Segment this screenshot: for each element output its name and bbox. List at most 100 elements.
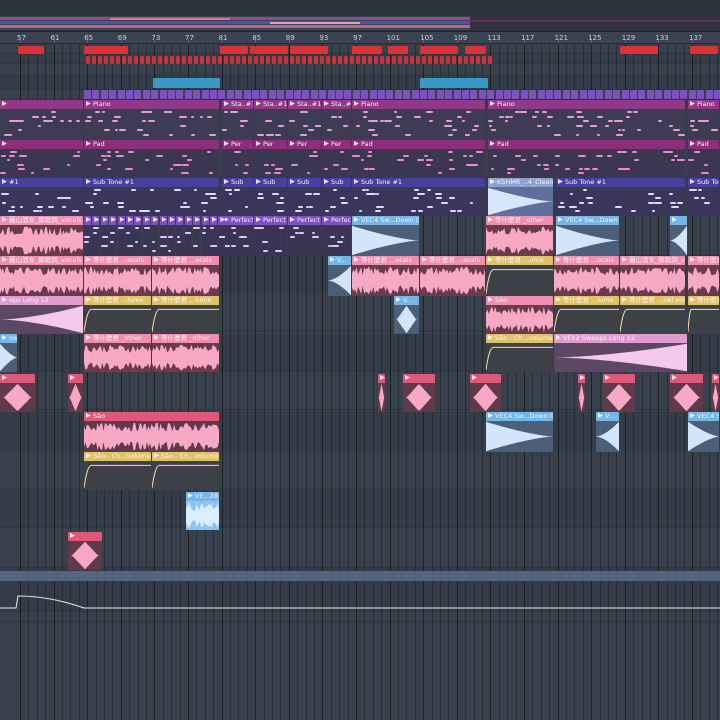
clip-menu-icon[interactable] xyxy=(86,179,91,184)
fx-clip[interactable] xyxy=(403,374,435,412)
automation-clip[interactable]: São - Ch...volume xyxy=(152,452,219,490)
pad-clip[interactable]: Per xyxy=(222,140,253,178)
clip-menu-icon[interactable] xyxy=(70,375,75,380)
clip-header[interactable]: 等什麼君 ...lume xyxy=(554,296,619,305)
sub-clip[interactable]: KSHMR_..4_Clean xyxy=(488,178,553,216)
pattern-block[interactable] xyxy=(398,56,402,64)
pattern-block[interactable] xyxy=(170,56,174,64)
pattern-block[interactable] xyxy=(680,90,688,99)
clip-menu-icon[interactable] xyxy=(136,217,142,222)
pattern-block[interactable] xyxy=(388,46,408,54)
fx-clip[interactable] xyxy=(712,374,719,412)
clip-menu-icon[interactable] xyxy=(330,257,335,262)
clip-header[interactable] xyxy=(176,216,184,225)
clip-menu-icon[interactable] xyxy=(2,335,7,340)
pattern-block[interactable] xyxy=(356,56,360,64)
audio-clip[interactable]: 等什麼君 xyxy=(688,296,719,334)
pattern-block[interactable] xyxy=(546,90,553,99)
pattern-block[interactable] xyxy=(487,90,495,99)
clip-header[interactable]: Per xyxy=(288,140,321,149)
pattern-block[interactable] xyxy=(336,90,343,99)
clip-header[interactable] xyxy=(218,216,226,225)
pattern-block[interactable] xyxy=(655,90,663,99)
pattern-block[interactable] xyxy=(604,90,612,99)
clip-header[interactable]: Sub Tone #1 xyxy=(84,178,219,187)
clip-menu-icon[interactable] xyxy=(556,297,561,302)
clip-menu-icon[interactable] xyxy=(490,179,495,184)
clip-header[interactable] xyxy=(159,216,167,225)
pattern-block[interactable] xyxy=(344,90,352,99)
clip-menu-icon[interactable] xyxy=(558,179,563,184)
clip-menu-icon[interactable] xyxy=(70,533,75,538)
piano-clip[interactable] xyxy=(0,100,83,140)
sub-clip[interactable]: Sub xyxy=(254,178,287,216)
pattern-block[interactable] xyxy=(159,90,167,99)
pattern-block[interactable] xyxy=(504,90,511,99)
clip-header[interactable]: 等什麼君 ...ocals xyxy=(152,256,219,265)
clip-menu-icon[interactable] xyxy=(690,141,695,146)
pattern-block[interactable] xyxy=(296,56,300,64)
clip-menu-icon[interactable] xyxy=(154,453,159,458)
clip-menu-icon[interactable] xyxy=(488,413,493,418)
audio-clip[interactable]: 麗山酒女_鄭歌詞_vocals xyxy=(0,216,83,256)
audio-clip[interactable]: 等什麼君 _other xyxy=(486,216,553,256)
clip-menu-icon[interactable] xyxy=(672,375,677,380)
pattern-block[interactable] xyxy=(445,90,453,99)
audio-clip[interactable]: eps Long 12 xyxy=(0,296,83,334)
clip-header[interactable] xyxy=(92,216,100,225)
clip-menu-icon[interactable] xyxy=(212,217,217,222)
clip-menu-icon[interactable] xyxy=(111,217,117,222)
pattern-block[interactable] xyxy=(571,90,579,99)
pattern-block[interactable] xyxy=(705,90,713,99)
pattern-block[interactable] xyxy=(404,56,408,64)
clip-menu-icon[interactable] xyxy=(154,257,159,262)
pattern-clip[interactable] xyxy=(142,216,150,256)
audio-clip[interactable]: VEC4 Sw... xyxy=(688,412,719,452)
clip-menu-icon[interactable] xyxy=(354,257,359,262)
pattern-block[interactable] xyxy=(126,90,133,99)
clip-header[interactable]: Perfect xyxy=(254,216,287,225)
clip-header[interactable]: Sta..#1 xyxy=(254,100,287,109)
clip-menu-icon[interactable] xyxy=(153,217,159,222)
pattern-block[interactable] xyxy=(352,46,382,54)
piano-clip[interactable]: Sta..#1 xyxy=(254,100,287,140)
clip-menu-icon[interactable] xyxy=(224,101,229,106)
clip-menu-icon[interactable] xyxy=(405,375,410,380)
clip-menu-icon[interactable] xyxy=(396,297,401,302)
pattern-block[interactable] xyxy=(92,56,96,64)
pad-clip[interactable]: Pad xyxy=(688,140,719,178)
pattern-block[interactable] xyxy=(218,56,222,64)
pattern-block[interactable] xyxy=(206,56,210,64)
clip-menu-icon[interactable] xyxy=(690,101,695,106)
pattern-block[interactable] xyxy=(362,56,366,64)
pattern-block[interactable] xyxy=(134,56,138,64)
clip-menu-icon[interactable] xyxy=(622,257,627,262)
clip-header[interactable] xyxy=(0,374,35,383)
pattern-block[interactable] xyxy=(422,56,426,64)
pattern-block[interactable] xyxy=(224,56,228,64)
clip-header[interactable] xyxy=(603,374,635,383)
pattern-block[interactable] xyxy=(218,90,226,99)
clip-header[interactable]: São - Ch...volume xyxy=(486,334,553,343)
pattern-block[interactable] xyxy=(268,90,276,99)
clip-menu-icon[interactable] xyxy=(354,217,359,222)
pattern-block[interactable] xyxy=(290,46,328,54)
pattern-block[interactable] xyxy=(226,90,234,99)
pattern-block[interactable] xyxy=(478,90,486,99)
sub-clip[interactable]: Sub Tone #1 xyxy=(556,178,685,216)
fx-clip[interactable] xyxy=(68,532,102,570)
clip-menu-icon[interactable] xyxy=(86,217,91,222)
audio-clip[interactable]: 等什麼君 ...ocals xyxy=(84,256,151,296)
clip-menu-icon[interactable] xyxy=(154,335,159,340)
audio-clip[interactable]: Perfect xyxy=(288,216,321,256)
clip-header[interactable]: 等什麼君 ...ocals xyxy=(554,256,619,265)
clip-menu-icon[interactable] xyxy=(2,217,7,222)
clip-menu-icon[interactable] xyxy=(324,217,329,222)
clip-header[interactable]: 等什麼君 ...ocals xyxy=(352,256,419,265)
pattern-block[interactable] xyxy=(663,90,671,99)
clip-menu-icon[interactable] xyxy=(472,375,477,380)
clip-header[interactable]: 等什麼君 xyxy=(688,296,719,305)
audio-clip[interactable]: 等什麼君 ...nel volume xyxy=(620,296,685,334)
clip-header[interactable]: VEC4 Sw...Down 08 xyxy=(556,216,619,225)
clip-menu-icon[interactable] xyxy=(86,101,91,106)
